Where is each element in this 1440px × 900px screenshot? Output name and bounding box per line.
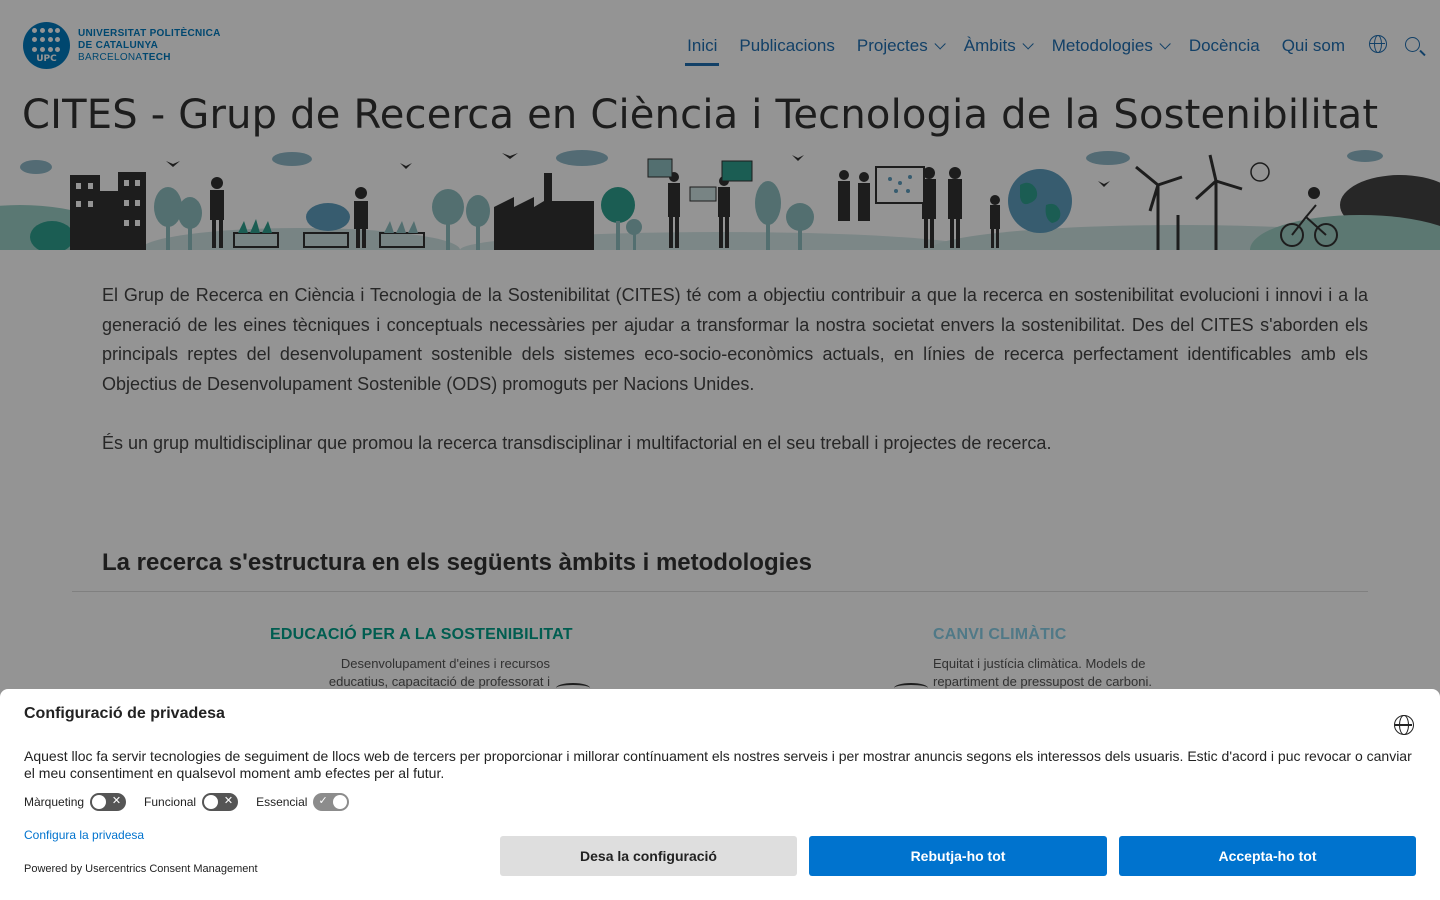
configure-privacy-link[interactable]: Configura la privadesa bbox=[24, 828, 144, 842]
toggle-essencial: Essencial ✓ bbox=[256, 793, 350, 811]
deny-all-button[interactable]: Rebutja-ho tot bbox=[809, 836, 1107, 876]
toggle-label: Funcional bbox=[144, 795, 197, 809]
consent-description: Aquest lloc fa servir tecnologies de seg… bbox=[24, 748, 1412, 781]
close-icon: ✕ bbox=[111, 794, 122, 807]
funcional-toggle-switch[interactable]: ✕ bbox=[202, 793, 239, 811]
toggle-funcional: Funcional ✕ bbox=[144, 793, 239, 811]
language-globe-icon[interactable] bbox=[1394, 715, 1414, 735]
check-icon: ✓ bbox=[318, 794, 328, 807]
consent-toggles: Màrqueting ✕ Funcional ✕ Essencial ✓ bbox=[24, 793, 367, 811]
close-icon: ✕ bbox=[223, 794, 234, 807]
toggle-label: Essencial bbox=[256, 795, 308, 809]
toggle-label: Màrqueting bbox=[24, 795, 85, 809]
powered-by-text: Powered by Usercentrics Consent Manageme… bbox=[24, 863, 258, 875]
privacy-consent-dialog: Configuració de privadesa Aquest lloc fa… bbox=[0, 689, 1440, 900]
marqueting-toggle-switch[interactable]: ✕ bbox=[90, 793, 127, 811]
essencial-toggle-switch: ✓ bbox=[313, 793, 350, 811]
toggle-marqueting: Màrqueting ✕ bbox=[24, 793, 127, 811]
consent-title: Configuració de privadesa bbox=[24, 705, 225, 722]
save-settings-button[interactable]: Desa la configuració bbox=[500, 836, 797, 876]
accept-all-button[interactable]: Accepta-ho tot bbox=[1119, 836, 1416, 876]
